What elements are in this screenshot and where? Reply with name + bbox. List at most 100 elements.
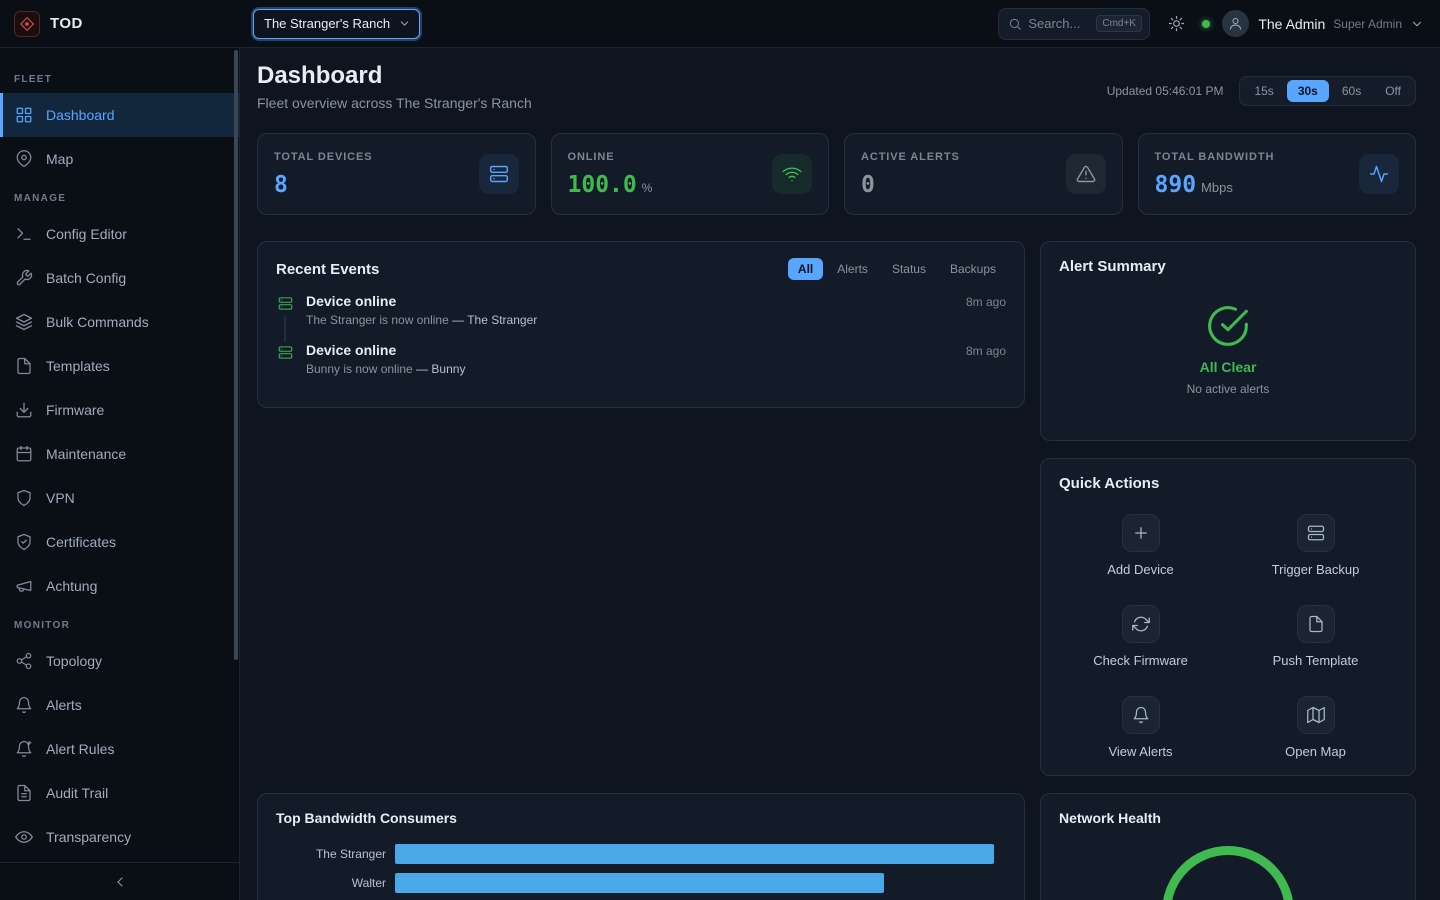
sidebar-item-achtung[interactable]: Achtung (0, 564, 239, 608)
ranch-select[interactable]: The Stranger's Ranch (253, 9, 420, 39)
stat-label: TOTAL DEVICES (274, 151, 373, 163)
bandwidth-device-label: Walter (276, 876, 386, 890)
event-row[interactable]: Device online The Stranger is now online… (276, 293, 1006, 342)
topbar: TOD The Stranger's Ranch Cmd+K The Admin… (0, 0, 1440, 48)
sidebar-item-label: Achtung (46, 578, 97, 594)
app-logo-icon (14, 11, 40, 37)
bandwidth-row: Walter (276, 873, 1006, 893)
file-text-icon (15, 784, 33, 802)
sidebar-item-audit-trail[interactable]: Audit Trail (0, 771, 239, 815)
bandwidth-device-label: The Stranger (276, 847, 386, 861)
page-title: Dashboard (257, 62, 532, 90)
refresh-60s-button[interactable]: 60s (1331, 80, 1372, 102)
check-firmware-button[interactable]: Check Firmware (1059, 605, 1222, 668)
stat-label: ACTIVE ALERTS (861, 151, 960, 163)
sidebar-scrollbar[interactable] (234, 50, 238, 660)
sidebar-item-label: Alert Rules (46, 741, 114, 757)
device-server-icon (278, 345, 293, 360)
refresh-off-button[interactable]: Off (1374, 80, 1412, 102)
refresh-15s-button[interactable]: 15s (1243, 80, 1284, 102)
sidebar-item-alert-rules[interactable]: Alert Rules (0, 727, 239, 771)
megaphone-icon (15, 577, 33, 595)
sidebar-item-vpn[interactable]: VPN (0, 476, 239, 520)
sidebar-item-maintenance[interactable]: Maintenance (0, 432, 239, 476)
stat-card-total-bandwidth: TOTAL BANDWIDTH 890 Mbps (1138, 133, 1417, 215)
event-title: Device online (306, 342, 954, 358)
quick-actions-title: Quick Actions (1059, 475, 1397, 492)
events-list: Device online The Stranger is now online… (276, 293, 1006, 391)
bandwidth-bar (395, 873, 884, 893)
page-header: Dashboard Fleet overview across The Stra… (257, 62, 1416, 111)
sidebar-item-transparency[interactable]: Transparency (0, 815, 239, 859)
theme-toggle-button[interactable] (1160, 8, 1192, 40)
server-icon (479, 154, 519, 194)
stat-suffix: % (642, 181, 653, 195)
stat-card-total-devices: TOTAL DEVICES 8 (257, 133, 536, 215)
bandwidth-row: The Stranger (276, 844, 1006, 864)
user-menu-chevron-icon[interactable] (1410, 17, 1424, 31)
sidebar-item-alerts[interactable]: Alerts (0, 683, 239, 727)
sidebar-collapse-button[interactable] (0, 862, 239, 900)
event-time: 8m ago (966, 344, 1006, 391)
event-detail: Bunny is now online — Bunny (306, 362, 954, 376)
wrench-icon (15, 269, 33, 287)
brand: TOD (0, 11, 240, 37)
sidebar-item-map[interactable]: Map (0, 137, 239, 181)
sidebar-item-firmware[interactable]: Firmware (0, 388, 239, 432)
main-content: Dashboard Fleet overview across The Stra… (240, 48, 1440, 900)
wifi-icon (772, 154, 812, 194)
user-icon (1228, 16, 1243, 31)
event-detail: The Stranger is now online — The Strange… (306, 313, 954, 327)
calendar-icon (15, 445, 33, 463)
trigger-backup-button[interactable]: Trigger Backup (1234, 514, 1397, 577)
eye-icon (15, 828, 33, 846)
event-row[interactable]: Device online Bunny is now online — Bunn… (276, 342, 1006, 391)
search-shortcut-badge: Cmd+K (1096, 15, 1142, 32)
alert-status-text: All Clear (1200, 359, 1257, 375)
sidebar-item-label: Firmware (46, 402, 104, 418)
sidebar-item-bulk-commands[interactable]: Bulk Commands (0, 300, 239, 344)
stat-label: ONLINE (568, 151, 653, 163)
filter-alerts-button[interactable]: Alerts (827, 258, 878, 280)
terminal-icon (15, 225, 33, 243)
connection-status-dot (1202, 20, 1210, 28)
view-alerts-button[interactable]: View Alerts (1059, 696, 1222, 759)
sidebar-item-label: Batch Config (46, 270, 126, 286)
stats-row: TOTAL DEVICES 8 ONLINE 100.0 % (257, 133, 1416, 215)
file-icon (15, 357, 33, 375)
user-name: The Admin (1258, 16, 1325, 32)
network-icon (15, 652, 33, 670)
open-map-button[interactable]: Open Map (1234, 696, 1397, 759)
bell-icon (1122, 696, 1160, 734)
filter-status-button[interactable]: Status (882, 258, 936, 280)
sidebar-item-label: Transparency (46, 829, 131, 845)
alert-triangle-icon (1066, 154, 1106, 194)
sidebar-item-dashboard[interactable]: Dashboard (0, 93, 239, 137)
user-avatar[interactable] (1222, 10, 1249, 37)
sidebar-item-batch-config[interactable]: Batch Config (0, 256, 239, 300)
sidebar-item-topology[interactable]: Topology (0, 639, 239, 683)
push-template-button[interactable]: Push Template (1234, 605, 1397, 668)
shield-check-icon (15, 533, 33, 551)
sidebar-item-templates[interactable]: Templates (0, 344, 239, 388)
chevron-down-icon (398, 17, 411, 30)
sidebar-item-label: Audit Trail (46, 785, 108, 801)
filter-all-button[interactable]: All (788, 258, 823, 280)
stat-value: 100.0 (568, 172, 637, 198)
sidebar-item-label: Topology (46, 653, 102, 669)
quick-actions-card: Quick Actions Add Device Trigger Backup … (1040, 458, 1416, 776)
sidebar-item-config-editor[interactable]: Config Editor (0, 212, 239, 256)
network-health-card: Network Health (1040, 793, 1416, 900)
sidebar: FLEET Dashboard Map MANAGE Config Editor… (0, 48, 240, 900)
search-input[interactable] (1028, 16, 1090, 31)
refresh-interval-segmented: 15s 30s 60s Off (1239, 76, 1416, 106)
refresh-30s-button[interactable]: 30s (1287, 80, 1329, 102)
filter-backups-button[interactable]: Backups (940, 258, 1006, 280)
bandwidth-bar (395, 844, 994, 864)
sidebar-section-monitor: MONITOR (0, 608, 239, 639)
sidebar-item-certificates[interactable]: Certificates (0, 520, 239, 564)
map-icon (1297, 696, 1335, 734)
network-health-gauge (1162, 846, 1294, 900)
add-device-button[interactable]: Add Device (1059, 514, 1222, 577)
search-box[interactable]: Cmd+K (998, 8, 1150, 40)
